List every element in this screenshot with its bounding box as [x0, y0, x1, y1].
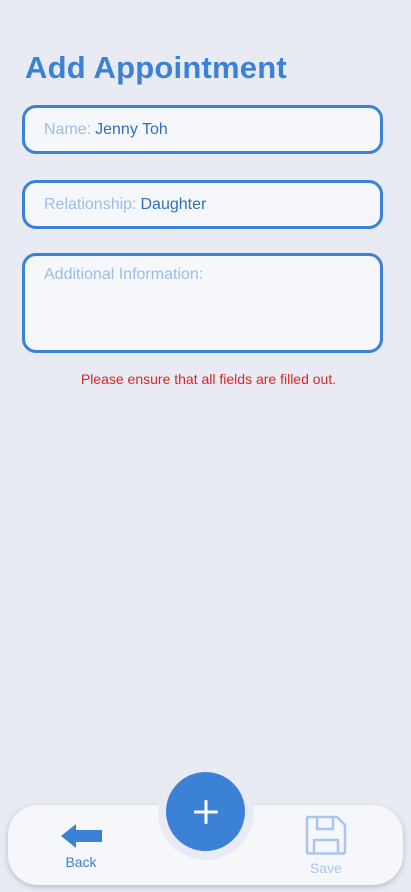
page-title: Add Appointment	[25, 50, 287, 85]
plus-icon	[193, 799, 218, 824]
name-field[interactable]: Name: Jenny Toh	[22, 105, 383, 154]
additional-info-field[interactable]: Additional Information:	[22, 253, 383, 353]
validation-error-message: Please ensure that all fields are filled…	[80, 371, 337, 387]
additional-info-placeholder: Additional Information:	[44, 266, 204, 283]
relationship-field-label: Relationship:	[44, 195, 137, 213]
save-button[interactable]: Save	[299, 814, 353, 876]
floppy-disk-icon	[305, 815, 347, 855]
back-button-label: Back	[65, 854, 97, 870]
add-button[interactable]	[166, 772, 245, 851]
name-field-value: Jenny Toh	[95, 120, 168, 138]
save-button-label: Save	[310, 860, 342, 876]
name-field-label: Name:	[44, 120, 92, 138]
back-button[interactable]: Back	[54, 822, 108, 870]
relationship-field[interactable]: Relationship: Daughter	[22, 180, 383, 229]
arrow-left-icon	[61, 824, 102, 848]
relationship-field-value: Daughter	[140, 195, 207, 213]
